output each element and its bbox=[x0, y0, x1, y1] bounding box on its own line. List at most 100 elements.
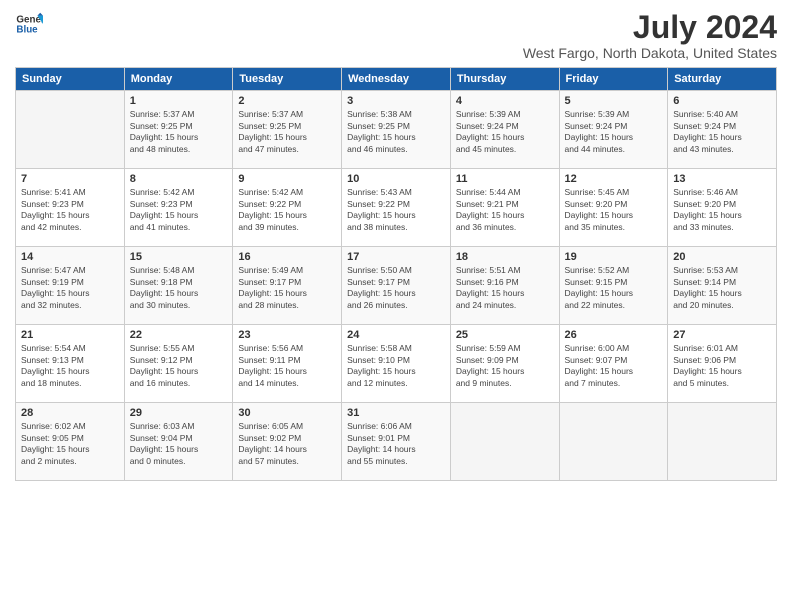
day-number: 10 bbox=[347, 173, 445, 185]
svg-text:Blue: Blue bbox=[16, 24, 38, 35]
day-number: 31 bbox=[347, 407, 445, 419]
page: General Blue July 2024 West Fargo, North… bbox=[0, 0, 792, 612]
day-info: Sunrise: 5:37 AM Sunset: 9:25 PM Dayligh… bbox=[238, 109, 336, 155]
day-number: 28 bbox=[21, 407, 119, 419]
logo-icon: General Blue bbox=[15, 10, 43, 38]
day-number: 9 bbox=[238, 173, 336, 185]
day-number: 11 bbox=[456, 173, 554, 185]
calendar-week-3: 14 Sunrise: 5:47 AM Sunset: 9:19 PM Dayli… bbox=[16, 247, 777, 325]
day-info: Sunrise: 5:46 AM Sunset: 9:20 PM Dayligh… bbox=[673, 187, 771, 233]
calendar-cell: 31 Sunrise: 6:06 AM Sunset: 9:01 PM Dayli… bbox=[342, 403, 451, 481]
calendar-cell: 2 Sunrise: 5:37 AM Sunset: 9:25 PM Daylig… bbox=[233, 91, 342, 169]
header-thursday: Thursday bbox=[450, 68, 559, 91]
day-info: Sunrise: 6:01 AM Sunset: 9:06 PM Dayligh… bbox=[673, 343, 771, 389]
calendar-cell: 1 Sunrise: 5:37 AM Sunset: 9:25 PM Daylig… bbox=[124, 91, 233, 169]
day-number: 6 bbox=[673, 95, 771, 107]
day-info: Sunrise: 5:45 AM Sunset: 9:20 PM Dayligh… bbox=[565, 187, 663, 233]
calendar-cell: 19 Sunrise: 5:52 AM Sunset: 9:15 PM Dayli… bbox=[559, 247, 668, 325]
calendar-cell: 11 Sunrise: 5:44 AM Sunset: 9:21 PM Dayli… bbox=[450, 169, 559, 247]
day-number: 1 bbox=[130, 95, 228, 107]
day-info: Sunrise: 5:53 AM Sunset: 9:14 PM Dayligh… bbox=[673, 265, 771, 311]
day-info: Sunrise: 5:37 AM Sunset: 9:25 PM Dayligh… bbox=[130, 109, 228, 155]
calendar-cell: 8Sunrise: 5:42 AM Sunset: 9:23 PM Daylig… bbox=[124, 169, 233, 247]
calendar-week-1: 1 Sunrise: 5:37 AM Sunset: 9:25 PM Daylig… bbox=[16, 91, 777, 169]
calendar-cell: 30 Sunrise: 6:05 AM Sunset: 9:02 PM Dayli… bbox=[233, 403, 342, 481]
calendar-cell bbox=[16, 91, 125, 169]
calendar-cell bbox=[559, 403, 668, 481]
day-info: Sunrise: 5:39 AM Sunset: 9:24 PM Dayligh… bbox=[565, 109, 663, 155]
main-title: July 2024 bbox=[523, 10, 777, 45]
day-number: 19 bbox=[565, 251, 663, 263]
day-number: 20 bbox=[673, 251, 771, 263]
calendar-cell: 15Sunrise: 5:48 AM Sunset: 9:18 PM Dayli… bbox=[124, 247, 233, 325]
day-info: Sunrise: 5:40 AM Sunset: 9:24 PM Dayligh… bbox=[673, 109, 771, 155]
calendar-week-4: 21 Sunrise: 5:54 AM Sunset: 9:13 PM Dayli… bbox=[16, 325, 777, 403]
header-monday: Monday bbox=[124, 68, 233, 91]
day-number: 15 bbox=[130, 251, 228, 263]
day-info: Sunrise: 6:03 AM Sunset: 9:04 PM Dayligh… bbox=[130, 421, 228, 467]
day-number: 5 bbox=[565, 95, 663, 107]
day-number: 13 bbox=[673, 173, 771, 185]
day-number: 7 bbox=[21, 173, 119, 185]
day-info: Sunrise: 5:50 AM Sunset: 9:17 PM Dayligh… bbox=[347, 265, 445, 311]
day-info: Sunrise: 6:02 AM Sunset: 9:05 PM Dayligh… bbox=[21, 421, 119, 467]
day-number: 29 bbox=[130, 407, 228, 419]
calendar-cell bbox=[668, 403, 777, 481]
day-info: Sunrise: 5:59 AM Sunset: 9:09 PM Dayligh… bbox=[456, 343, 554, 389]
day-number: 3 bbox=[347, 95, 445, 107]
calendar-week-5: 28 Sunrise: 6:02 AM Sunset: 9:05 PM Dayli… bbox=[16, 403, 777, 481]
day-info: Sunrise: 5:49 AM Sunset: 9:17 PM Dayligh… bbox=[238, 265, 336, 311]
day-number: 2 bbox=[238, 95, 336, 107]
calendar-table: Sunday Monday Tuesday Wednesday Thursday… bbox=[15, 67, 777, 481]
calendar-week-2: 7 Sunrise: 5:41 AM Sunset: 9:23 PM Daylig… bbox=[16, 169, 777, 247]
day-number: 21 bbox=[21, 329, 119, 341]
calendar-cell: 29 Sunrise: 6:03 AM Sunset: 9:04 PM Dayli… bbox=[124, 403, 233, 481]
day-number: 27 bbox=[673, 329, 771, 341]
day-number: 17 bbox=[347, 251, 445, 263]
calendar-cell: 9Sunrise: 5:42 AM Sunset: 9:22 PM Daylig… bbox=[233, 169, 342, 247]
day-info: Sunrise: 5:42 AM Sunset: 9:23 PM Dayligh… bbox=[130, 187, 228, 233]
calendar-cell: 13 Sunrise: 5:46 AM Sunset: 9:20 PM Dayli… bbox=[668, 169, 777, 247]
calendar-cell: 18 Sunrise: 5:51 AM Sunset: 9:16 PM Dayli… bbox=[450, 247, 559, 325]
day-info: Sunrise: 6:05 AM Sunset: 9:02 PM Dayligh… bbox=[238, 421, 336, 467]
calendar-cell: 23 Sunrise: 5:56 AM Sunset: 9:11 PM Dayli… bbox=[233, 325, 342, 403]
calendar-cell: 25Sunrise: 5:59 AM Sunset: 9:09 PM Dayli… bbox=[450, 325, 559, 403]
day-info: Sunrise: 5:55 AM Sunset: 9:12 PM Dayligh… bbox=[130, 343, 228, 389]
day-info: Sunrise: 5:38 AM Sunset: 9:25 PM Dayligh… bbox=[347, 109, 445, 155]
day-info: Sunrise: 5:56 AM Sunset: 9:11 PM Dayligh… bbox=[238, 343, 336, 389]
day-number: 16 bbox=[238, 251, 336, 263]
calendar-cell: 6 Sunrise: 5:40 AM Sunset: 9:24 PM Daylig… bbox=[668, 91, 777, 169]
calendar-cell: 3 Sunrise: 5:38 AM Sunset: 9:25 PM Daylig… bbox=[342, 91, 451, 169]
header-tuesday: Tuesday bbox=[233, 68, 342, 91]
day-info: Sunrise: 5:47 AM Sunset: 9:19 PM Dayligh… bbox=[21, 265, 119, 311]
day-number: 30 bbox=[238, 407, 336, 419]
day-number: 14 bbox=[21, 251, 119, 263]
day-number: 4 bbox=[456, 95, 554, 107]
day-number: 22 bbox=[130, 329, 228, 341]
day-number: 18 bbox=[456, 251, 554, 263]
day-info: Sunrise: 6:06 AM Sunset: 9:01 PM Dayligh… bbox=[347, 421, 445, 467]
calendar-cell: 21 Sunrise: 5:54 AM Sunset: 9:13 PM Dayli… bbox=[16, 325, 125, 403]
day-number: 12 bbox=[565, 173, 663, 185]
day-info: Sunrise: 6:00 AM Sunset: 9:07 PM Dayligh… bbox=[565, 343, 663, 389]
calendar-cell: 20 Sunrise: 5:53 AM Sunset: 9:14 PM Dayli… bbox=[668, 247, 777, 325]
calendar-cell: 10 Sunrise: 5:43 AM Sunset: 9:22 PM Dayli… bbox=[342, 169, 451, 247]
calendar-cell: 4 Sunrise: 5:39 AM Sunset: 9:24 PM Daylig… bbox=[450, 91, 559, 169]
logo: General Blue bbox=[15, 10, 43, 38]
calendar-cell: 28 Sunrise: 6:02 AM Sunset: 9:05 PM Dayli… bbox=[16, 403, 125, 481]
calendar-cell: 7 Sunrise: 5:41 AM Sunset: 9:23 PM Daylig… bbox=[16, 169, 125, 247]
day-info: Sunrise: 5:43 AM Sunset: 9:22 PM Dayligh… bbox=[347, 187, 445, 233]
header-sunday: Sunday bbox=[16, 68, 125, 91]
day-info: Sunrise: 5:54 AM Sunset: 9:13 PM Dayligh… bbox=[21, 343, 119, 389]
day-info: Sunrise: 5:52 AM Sunset: 9:15 PM Dayligh… bbox=[565, 265, 663, 311]
calendar-cell: 22 Sunrise: 5:55 AM Sunset: 9:12 PM Dayli… bbox=[124, 325, 233, 403]
day-info: Sunrise: 5:58 AM Sunset: 9:10 PM Dayligh… bbox=[347, 343, 445, 389]
day-info: Sunrise: 5:39 AM Sunset: 9:24 PM Dayligh… bbox=[456, 109, 554, 155]
day-number: 23 bbox=[238, 329, 336, 341]
header-wednesday: Wednesday bbox=[342, 68, 451, 91]
day-info: Sunrise: 5:41 AM Sunset: 9:23 PM Dayligh… bbox=[21, 187, 119, 233]
day-number: 26 bbox=[565, 329, 663, 341]
day-info: Sunrise: 5:44 AM Sunset: 9:21 PM Dayligh… bbox=[456, 187, 554, 233]
day-info: Sunrise: 5:51 AM Sunset: 9:16 PM Dayligh… bbox=[456, 265, 554, 311]
calendar-cell bbox=[450, 403, 559, 481]
